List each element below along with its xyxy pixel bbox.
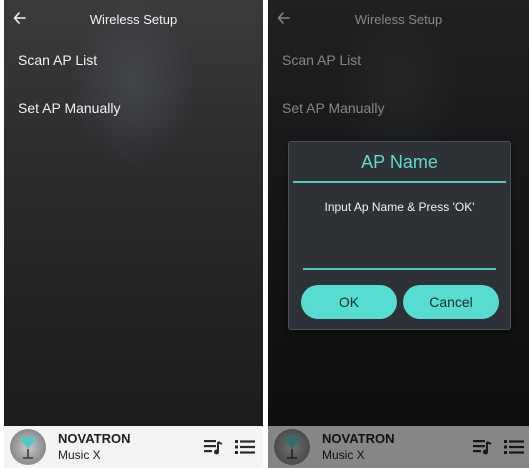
menu-item-set-ap-manually[interactable]: Set AP Manually	[18, 100, 120, 116]
track-title: NOVATRON	[58, 431, 131, 446]
ap-name-dialog: AP Name Input Ap Name & Press 'OK' OK Ca…	[288, 141, 511, 330]
queue-music-icon[interactable]	[204, 438, 224, 456]
ap-name-input[interactable]	[303, 246, 496, 270]
dialog-title: AP Name	[361, 152, 438, 172]
ap-name-dialog-screen: Wireless Setup Scan AP List Set AP Manua…	[268, 0, 529, 468]
list-icon[interactable]	[235, 438, 255, 456]
now-playing-bar[interactable]: NOVATRON Music X	[4, 426, 263, 468]
app-root: Wireless Setup Scan AP List Set AP Manua…	[0, 0, 529, 468]
ok-button[interactable]: OK	[301, 285, 397, 319]
album-art	[10, 429, 46, 465]
page-title: Wireless Setup	[89, 12, 178, 27]
menu-item-scan-ap-list[interactable]: Scan AP List	[18, 52, 97, 68]
wireless-setup-screen: Wireless Setup Scan AP List Set AP Manua…	[4, 0, 263, 468]
dialog-message: Input Ap Name & Press 'OK'	[324, 200, 475, 214]
martini-glass-icon	[19, 437, 37, 459]
track-subtitle: Music X	[58, 448, 101, 462]
top-bar: Wireless Setup	[4, 0, 263, 38]
cancel-button[interactable]: Cancel	[403, 285, 499, 319]
dialog-divider	[293, 181, 506, 183]
